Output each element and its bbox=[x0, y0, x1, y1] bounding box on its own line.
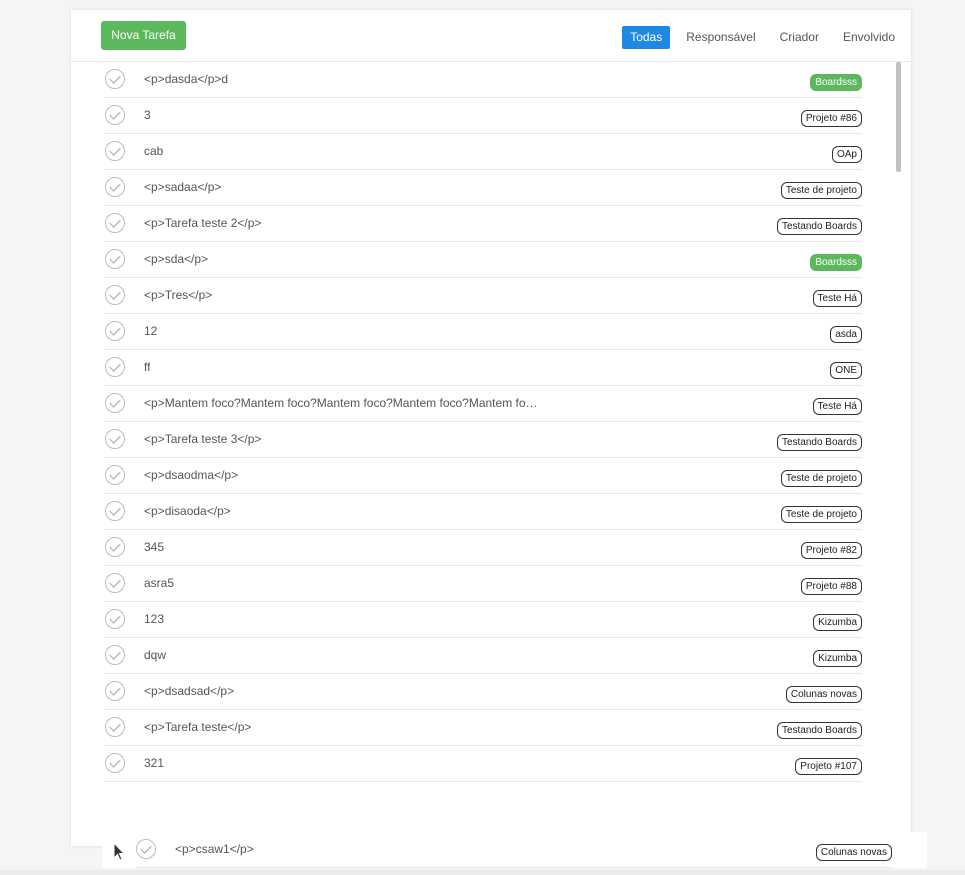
task-row[interactable]: <p>disaoda</p> Teste de projeto bbox=[104, 494, 862, 530]
project-tag[interactable]: Colunas novas bbox=[815, 844, 892, 861]
check-circle-icon[interactable] bbox=[105, 69, 125, 89]
project-tag[interactable]: Kizumba bbox=[813, 650, 862, 667]
check-circle-icon[interactable] bbox=[105, 465, 125, 485]
tab-envolvido[interactable]: Envolvido bbox=[835, 26, 903, 49]
check-circle-icon[interactable] bbox=[105, 357, 125, 377]
tasks-panel: Nova Tarefa Todas Responsável Criador En… bbox=[71, 10, 911, 846]
task-title: 3 bbox=[144, 108, 151, 122]
task-row[interactable]: asra5 Projeto #88 bbox=[104, 566, 862, 602]
check-circle-icon[interactable] bbox=[105, 141, 125, 161]
tab-criador[interactable]: Criador bbox=[772, 26, 827, 49]
project-tag[interactable]: Testando Boards bbox=[776, 434, 862, 451]
task-row[interactable]: 12 asda bbox=[104, 314, 862, 350]
project-tag[interactable]: Boardsss bbox=[810, 74, 862, 91]
tab-todas[interactable]: Todas bbox=[622, 26, 671, 49]
task-row[interactable]: <p>sadaa</p> Teste de projeto bbox=[104, 170, 862, 206]
project-tag[interactable]: Teste de projeto bbox=[780, 506, 862, 523]
task-title: ff bbox=[144, 360, 151, 374]
task-row[interactable]: <p>Mantem foco?Mantem foco?Mantem foco?M… bbox=[104, 386, 862, 422]
check-circle-icon[interactable] bbox=[105, 249, 125, 269]
check-circle-icon[interactable] bbox=[105, 429, 125, 449]
task-row[interactable]: 3 Projeto #86 bbox=[104, 98, 862, 134]
task-title: <p>Tarefa teste</p> bbox=[144, 720, 252, 734]
check-circle-icon[interactable] bbox=[105, 393, 125, 413]
task-title: asra5 bbox=[144, 576, 175, 590]
task-row[interactable]: <p>dasda</p>d Boardsss bbox=[104, 62, 862, 98]
project-tag[interactable]: Testando Boards bbox=[776, 722, 862, 739]
task-row[interactable]: <p>dsaodma</p> Teste de projeto bbox=[104, 458, 862, 494]
task-title: 12 bbox=[144, 324, 158, 338]
project-tag[interactable]: Teste Há bbox=[812, 290, 862, 307]
task-title: <p>dasda</p>d bbox=[144, 72, 229, 86]
project-tag[interactable]: Boardsss bbox=[810, 254, 862, 271]
task-row[interactable]: dqw Kizumba bbox=[104, 638, 862, 674]
task-row[interactable]: 345 Projeto #82 bbox=[104, 530, 862, 566]
task-title: <p>Tarefa teste 2</p> bbox=[144, 216, 262, 230]
project-tag[interactable]: OAp bbox=[831, 146, 862, 163]
check-circle-icon[interactable] bbox=[105, 105, 125, 125]
task-row[interactable]: <p>Tarefa teste 3</p> Testando Boards bbox=[104, 422, 862, 458]
check-circle-icon[interactable] bbox=[105, 609, 125, 629]
task-title: <p>sda</p> bbox=[144, 252, 209, 266]
project-tag[interactable]: Projeto #107 bbox=[795, 758, 862, 775]
project-tag[interactable]: Colunas novas bbox=[785, 686, 862, 703]
task-title: 345 bbox=[144, 540, 165, 554]
project-tag[interactable]: Teste de projeto bbox=[780, 182, 862, 199]
task-row[interactable]: <p>csaw1</p> Colunas novas bbox=[135, 832, 892, 868]
tasks-header: Nova Tarefa Todas Responsável Criador En… bbox=[71, 10, 911, 62]
task-title: cab bbox=[144, 144, 164, 158]
task-row[interactable]: cab OAp bbox=[104, 134, 862, 170]
check-circle-icon[interactable] bbox=[105, 213, 125, 233]
check-circle-icon[interactable] bbox=[105, 681, 125, 701]
project-tag[interactable]: Teste Há bbox=[812, 398, 862, 415]
dragging-task-ghost[interactable]: <p>csaw1</p> Colunas novas bbox=[102, 832, 927, 868]
check-circle-icon[interactable] bbox=[105, 285, 125, 305]
project-tag[interactable]: Projeto #86 bbox=[800, 110, 862, 127]
task-row[interactable]: <p>Tarefa teste</p> Testando Boards bbox=[104, 710, 862, 746]
check-circle-icon[interactable] bbox=[105, 717, 125, 737]
task-list-container: <p>dasda</p>d Boardsss 3 Projeto #86 cab OAp <… bbox=[71, 62, 911, 792]
project-tag[interactable]: asda bbox=[830, 326, 862, 343]
new-task-button[interactable]: Nova Tarefa bbox=[101, 21, 186, 50]
check-circle-icon[interactable] bbox=[105, 753, 125, 773]
project-tag[interactable]: Kizumba bbox=[813, 614, 862, 631]
check-circle-icon[interactable] bbox=[105, 177, 125, 197]
task-row[interactable]: 123 Kizumba bbox=[104, 602, 862, 638]
check-circle-icon[interactable] bbox=[136, 839, 156, 859]
task-title: <p>dsadsad</p> bbox=[144, 684, 235, 698]
task-title: <p>Tarefa teste 3</p> bbox=[144, 432, 262, 446]
task-row[interactable]: ff ONE bbox=[104, 350, 862, 386]
window-bottom-edge bbox=[0, 870, 965, 875]
check-circle-icon[interactable] bbox=[105, 537, 125, 557]
task-title: 321 bbox=[144, 756, 165, 770]
task-title: <p>dsaodma</p> bbox=[144, 468, 239, 482]
check-circle-icon[interactable] bbox=[105, 645, 125, 665]
task-row[interactable]: <p>Tres</p> Teste Há bbox=[104, 278, 862, 314]
task-row[interactable]: 321 Projeto #107 bbox=[104, 746, 862, 782]
mouse-pointer-icon bbox=[113, 842, 126, 861]
task-title: <p>Tres</p> bbox=[144, 288, 213, 302]
check-circle-icon[interactable] bbox=[105, 321, 125, 341]
filter-tabs: Todas Responsável Criador Envolvido bbox=[614, 26, 903, 49]
tab-responsavel[interactable]: Responsável bbox=[678, 26, 763, 49]
project-tag[interactable]: Projeto #88 bbox=[800, 578, 862, 595]
scrollbar-thumb[interactable] bbox=[896, 62, 901, 172]
task-title: <p>sadaa</p> bbox=[144, 180, 222, 194]
task-title: dqw bbox=[144, 648, 167, 662]
check-circle-icon[interactable] bbox=[105, 573, 125, 593]
check-circle-icon[interactable] bbox=[105, 501, 125, 521]
project-tag[interactable]: Teste de projeto bbox=[780, 470, 862, 487]
project-tag[interactable]: Testando Boards bbox=[776, 218, 862, 235]
task-title: <p>csaw1</p> bbox=[175, 842, 254, 856]
task-row[interactable]: <p>Tarefa teste 2</p> Testando Boards bbox=[104, 206, 862, 242]
task-title: 123 bbox=[144, 612, 165, 626]
task-title: <p>Mantem foco?Mantem foco?Mantem foco?M… bbox=[144, 396, 538, 410]
task-title: <p>disaoda</p> bbox=[144, 504, 231, 518]
task-row[interactable]: <p>sda</p> Boardsss bbox=[104, 242, 862, 278]
project-tag[interactable]: ONE bbox=[830, 362, 862, 379]
project-tag[interactable]: Projeto #82 bbox=[800, 542, 862, 559]
task-list: <p>dasda</p>d Boardsss 3 Projeto #86 cab OAp <… bbox=[104, 62, 862, 782]
task-row[interactable]: <p>dsadsad</p> Colunas novas bbox=[104, 674, 862, 710]
